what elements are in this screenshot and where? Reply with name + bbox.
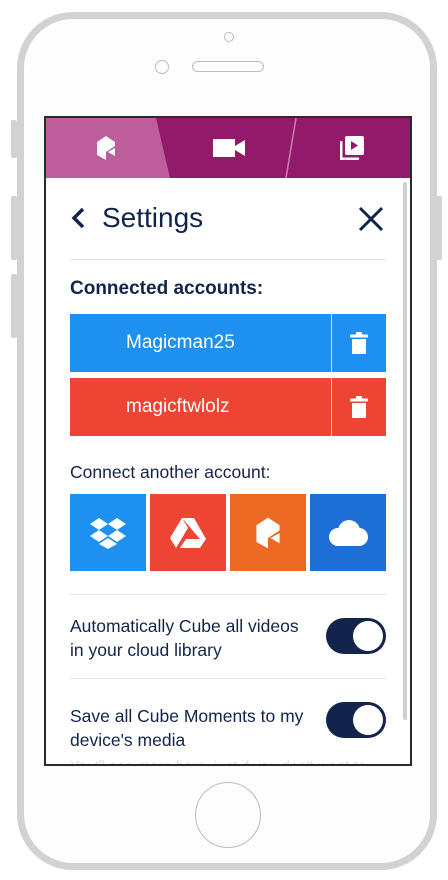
- front-camera: [224, 32, 234, 42]
- back-button[interactable]: [70, 204, 94, 232]
- close-icon: [358, 206, 384, 232]
- account-name: magicftwlolz: [126, 396, 230, 417]
- divider: [70, 678, 386, 679]
- auto-cube-toggle[interactable]: [326, 618, 386, 654]
- page-title: Settings: [102, 202, 204, 233]
- connect-another-label: Connect another account:: [70, 462, 271, 482]
- connected-accounts-heading: Connected accounts:: [70, 278, 264, 299]
- app-screen: Settings Connected accounts: Magicman25 …: [44, 116, 412, 766]
- scrollbar[interactable]: [403, 182, 407, 720]
- playlist-play-icon: [340, 136, 364, 160]
- toggle-knob: [353, 705, 383, 735]
- cube-icon: [97, 136, 115, 160]
- close-button[interactable]: [356, 204, 386, 234]
- video-camera-icon: [213, 139, 245, 157]
- save-moments-label: Save all Cube Moments to my device's med…: [70, 706, 304, 750]
- account-name: Magicman25: [126, 332, 235, 353]
- faded-note: You'll see more here, just if you don't …: [70, 758, 386, 764]
- tab-playlist[interactable]: [332, 118, 372, 178]
- trash-icon: [350, 332, 368, 354]
- cube-icon: [256, 517, 280, 548]
- toggle-knob: [353, 621, 383, 651]
- dropbox-button[interactable]: [70, 494, 146, 571]
- proximity-sensor: [155, 60, 169, 74]
- home-button[interactable]: [195, 782, 261, 848]
- delete-account-button[interactable]: [331, 314, 386, 372]
- auto-cube-label: Automatically Cube all videos in your cl…: [70, 616, 299, 660]
- cube-cloud-button[interactable]: [230, 494, 306, 571]
- settings-header: Settings: [70, 178, 386, 260]
- service-buttons: [70, 494, 386, 571]
- tab-bar: [46, 118, 410, 178]
- chevron-left-icon: [71, 207, 85, 229]
- tab-cube[interactable]: [86, 118, 126, 178]
- google-drive-icon: [170, 517, 206, 548]
- save-moments-toggle[interactable]: [326, 702, 386, 738]
- account-row[interactable]: Magicman25: [70, 314, 386, 372]
- divider: [70, 594, 386, 595]
- earpiece-speaker: [192, 61, 264, 72]
- cloud-button[interactable]: [310, 494, 386, 571]
- google-drive-button[interactable]: [150, 494, 226, 571]
- dropbox-icon: [90, 517, 126, 549]
- delete-account-button[interactable]: [331, 378, 386, 436]
- active-tab-highlight: [46, 118, 170, 178]
- account-row[interactable]: magicftwlolz: [70, 378, 386, 436]
- trash-icon: [350, 396, 368, 418]
- cloud-icon: [329, 519, 368, 546]
- tab-video[interactable]: [206, 118, 252, 178]
